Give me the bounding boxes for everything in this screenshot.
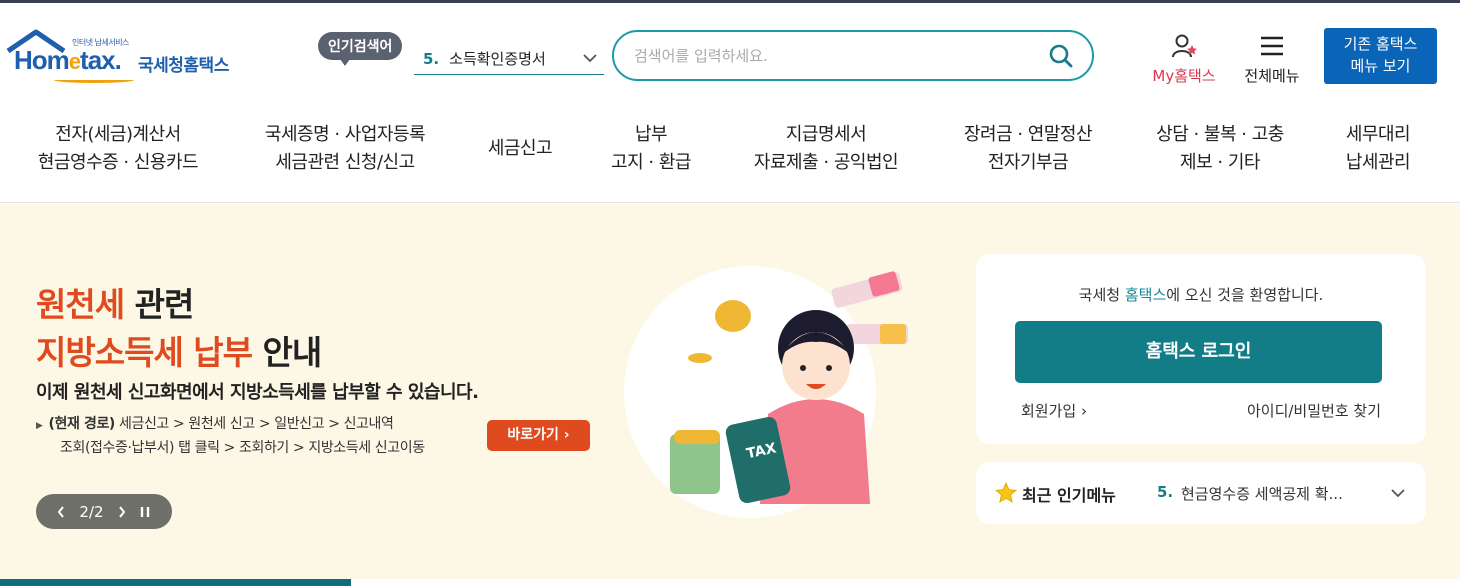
nav-line: 납부 [634, 124, 668, 145]
nav-item-consultation[interactable]: 상담 · 불복 · 고충 제보 · 기타 [1148, 121, 1292, 177]
nav-line: 현금영수증 · 신용카드 [37, 152, 199, 173]
logo-agency: 국세청홈택스 [138, 56, 229, 76]
my-hometax-link[interactable]: My홈택스 [1142, 33, 1226, 86]
legacy-menu-line2: 메뉴 보기 [1350, 57, 1411, 75]
triangle-right-icon: ▶ [36, 421, 43, 431]
all-menu-label: 전체메뉴 [1244, 67, 1300, 85]
search-box [612, 30, 1094, 81]
nav-line: 세무대리 [1345, 124, 1411, 145]
nav-item-e-invoice[interactable]: 전자(세금)계산서 현금영수증 · 신용카드 [30, 121, 206, 177]
logo-brand: Hometax. [14, 45, 122, 75]
login-card: 국세청 홈택스에 오신 것을 환영합니다. 홈택스 로그인 회원가입 › 아이디… [976, 254, 1426, 444]
logo-swoosh [54, 77, 134, 83]
popular-search-select[interactable]: 5. 소득확인증명서 [414, 43, 604, 75]
nav-line: 세금관련 신청/신고 [275, 152, 415, 173]
legacy-menu-line1: 기존 홈택스 [1343, 35, 1418, 53]
nav-line: 장려금 · 연말정산 [963, 124, 1093, 145]
welcome-text: 국세청 홈택스에 오신 것을 환영합니다. [1078, 286, 1324, 304]
hometax-logo[interactable]: 인터넷 납세서비스 Hometax. 국세청홈택스 [6, 29, 246, 89]
all-menu-button[interactable]: 전체메뉴 [1236, 33, 1308, 86]
nav-item-incentives[interactable]: 장려금 · 연말정산 전자기부금 [955, 121, 1101, 177]
my-hometax-label: My홈택스 [1152, 67, 1216, 85]
hero-title-line2: 지방소득세 납부 안내 [36, 333, 322, 372]
tax-girl-illustration: TAX [624, 266, 908, 518]
chevron-down-icon[interactable] [1390, 487, 1406, 499]
nav-line: 세금신고 [487, 138, 553, 159]
chevron-down-icon [583, 54, 597, 63]
user-icon [1172, 34, 1197, 58]
pager-count: 2/2 [79, 502, 104, 521]
nav-item-payment[interactable]: 납부 고지 · 환급 [605, 121, 697, 177]
bottom-tab-active[interactable] [0, 579, 351, 586]
nav-line: 전자기부금 [987, 152, 1069, 173]
bottom-tab-inactive[interactable] [351, 579, 1460, 586]
chevron-right-icon[interactable] [117, 505, 127, 519]
search-icon[interactable] [1048, 43, 1074, 69]
join-link[interactable]: 회원가입 › [1021, 400, 1087, 421]
recent-text: 현금영수증 세액공제 확... [1181, 485, 1343, 503]
nav-line: 전자(세금)계산서 [55, 124, 181, 145]
nav-line: 납세관리 [1345, 152, 1411, 173]
find-account-link[interactable]: 아이디/비밀번호 찾기 [1247, 400, 1381, 421]
nav-item-payment-statement[interactable]: 지급명세서 자료제출 · 공익법인 [746, 121, 906, 177]
carousel-pager: 2/2 [36, 494, 172, 529]
recent-label: 최근 인기메뉴 [1022, 486, 1116, 505]
nav-line: 자료제출 · 공익법인 [753, 152, 899, 173]
nav-line: 고지 · 환급 [611, 152, 691, 173]
hero-subtitle: 이제 원천세 신고화면에서 지방소득세를 납부할 수 있습니다. [36, 382, 479, 403]
nav-line: 지급명세서 [785, 124, 867, 145]
hero-path-line2: 조회(접수증·납부서) 탭 클릭 > 조회하기 > 지방소득세 신고이동 [60, 440, 425, 456]
legacy-menu-button[interactable]: 기존 홈택스 메뉴 보기 [1324, 28, 1437, 84]
popular-rank: 5. [423, 49, 440, 68]
nav-item-tax-filing[interactable]: 세금신고 [484, 135, 556, 163]
login-button[interactable]: 홈택스 로그인 [1015, 321, 1382, 383]
hamburger-icon [1261, 36, 1283, 56]
popular-search-badge: 인기검색어 [318, 32, 403, 66]
hero-banner: 원천세 관련 지방소득세 납부 안내 이제 원천세 신고화면에서 지방소득세를 … [0, 204, 1460, 586]
nav-line: 상담 · 불복 · 고충 [1156, 124, 1284, 145]
hero-title-line1: 원천세 관련 [36, 285, 194, 324]
nav-item-certificates[interactable]: 국세증명 · 사업자등록 세금관련 신청/신고 [256, 121, 434, 177]
popular-term: 소득확인증명서 [449, 50, 546, 68]
hero-path: ▶ (현재 경로) 세금신고 > 원천세 신고 > 일반신고 > 신고내역 조회(… [36, 413, 425, 459]
recent-rank: 5. [1157, 483, 1174, 501]
recent-popular-menu[interactable]: 최근 인기메뉴 5. 현금영수증 세액공제 확... [976, 462, 1426, 524]
nav-line: 제보 · 기타 [1180, 152, 1260, 173]
chevron-left-icon[interactable] [56, 505, 66, 519]
nav-item-tax-agent[interactable]: 세무대리 납세관리 [1340, 121, 1416, 177]
go-button[interactable]: 바로가기 › [487, 420, 590, 451]
pause-icon[interactable] [139, 505, 151, 519]
header: 인터넷 납세서비스 Hometax. 국세청홈택스 인기검색어 5. 소득확인증… [0, 3, 1460, 103]
search-input[interactable] [634, 44, 1034, 68]
star-icon [995, 482, 1017, 503]
main-nav: 전자(세금)계산서 현금영수증 · 신용카드 국세증명 · 사업자등록 세금관련… [0, 103, 1460, 203]
nav-line: 국세증명 · 사업자등록 [264, 124, 426, 145]
